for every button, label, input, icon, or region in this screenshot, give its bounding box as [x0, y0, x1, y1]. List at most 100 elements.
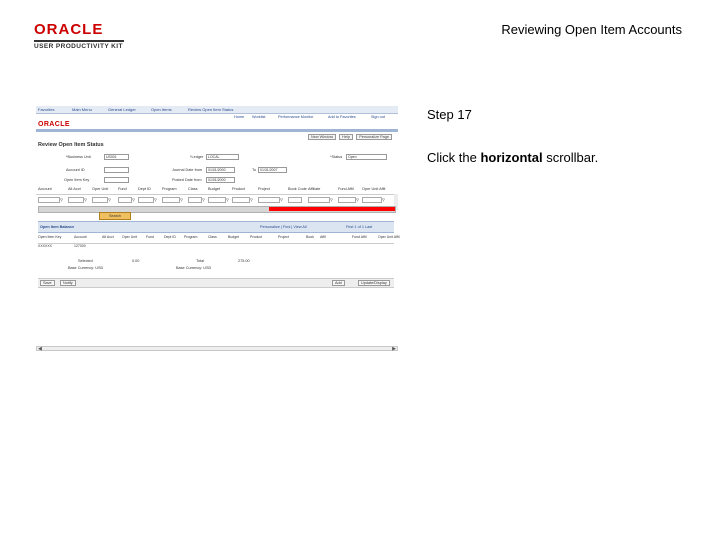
- chartfield-input[interactable]: [288, 197, 302, 203]
- update-display-button[interactable]: Update/Display: [358, 280, 390, 286]
- grid-col: Fund Affil: [352, 235, 367, 239]
- app-screenshot: Favorites Main Menu General Ledger Open …: [36, 106, 400, 352]
- col-class: Class: [188, 187, 198, 191]
- account-id-field[interactable]: [104, 167, 129, 173]
- row-account: 127000: [74, 244, 86, 248]
- link-worklist[interactable]: Worklist: [252, 115, 265, 119]
- app-page-title: Review Open Item Status: [38, 142, 104, 148]
- menu-general-ledger[interactable]: General Ledger: [108, 107, 136, 112]
- scroll-left-arrow-icon[interactable]: ◀: [38, 346, 42, 352]
- grid-controls[interactable]: Personalize | Find | View All: [260, 225, 307, 229]
- logo-upk-text: USER PRODUCTIVITY KIT: [34, 40, 124, 50]
- step-label: Step 17: [427, 107, 472, 122]
- open-item-key-label: Open Item Key: [64, 178, 90, 182]
- lookup-icon[interactable]: ⚲: [60, 197, 63, 202]
- chartfield-input[interactable]: [38, 197, 60, 203]
- lookup-icon[interactable]: ⚲: [180, 197, 183, 202]
- journal-date-from-field[interactable]: 01/01/2000: [206, 167, 235, 173]
- selected-label: Selected: [78, 259, 93, 263]
- account-id-label: Account ID: [66, 168, 85, 172]
- window-horizontal-scrollbar[interactable]: ◀ ▶: [36, 346, 398, 352]
- ledger-select[interactable]: LOCAL: [206, 154, 239, 160]
- grid-col: Budget: [228, 235, 240, 239]
- chartfield-input[interactable]: [208, 197, 226, 203]
- instruction-prefix: Click the: [427, 150, 481, 165]
- instruction-bold: horizontal: [480, 150, 543, 165]
- menu-open-items[interactable]: Open Items: [151, 107, 172, 112]
- lookup-icon[interactable]: ⚲: [356, 197, 359, 202]
- grid-column-headers: Open Item Key Account Alt Acct Oper Unit…: [38, 233, 400, 244]
- chartfield-input[interactable]: [232, 197, 250, 203]
- lookup-icon[interactable]: ⚲: [226, 197, 229, 202]
- status-select[interactable]: Open: [346, 154, 387, 160]
- chartfield-input[interactable]: [258, 197, 280, 203]
- lookup-icon[interactable]: ⚲: [154, 197, 157, 202]
- selected-value: 0.00: [132, 259, 140, 263]
- chartfield-input[interactable]: [188, 197, 202, 203]
- grid-pager[interactable]: First 1 of 1 Last: [346, 225, 372, 229]
- menu-review-open-item-status[interactable]: Review Open Item Status: [188, 107, 233, 112]
- grid-col: Product: [250, 235, 263, 239]
- chartfield-input[interactable]: [138, 197, 154, 203]
- menu-main-menu[interactable]: Main Menu: [72, 107, 92, 112]
- link-sign-out[interactable]: Sign out: [371, 115, 385, 119]
- total-label: Total: [196, 259, 205, 263]
- ledger-label: *Ledger: [190, 155, 204, 159]
- chartfield-input[interactable]: [118, 197, 132, 203]
- grid-header: Open Item Balance Personalize | Find | V…: [38, 222, 394, 233]
- journal-date-label: Journal Date from: [172, 168, 203, 172]
- chartfield-input[interactable]: [162, 197, 180, 203]
- business-unit-field[interactable]: US001: [104, 154, 129, 160]
- logo-oracle-text: ORACLE: [34, 21, 104, 38]
- grid-col: Class: [208, 235, 217, 239]
- link-performance-monitor[interactable]: Performance Monitor: [278, 115, 313, 119]
- lookup-icon[interactable]: ⚲: [108, 197, 111, 202]
- lookup-icon[interactable]: ⚲: [202, 197, 205, 202]
- grid-col: Fund: [146, 235, 154, 239]
- save-button[interactable]: Save: [40, 280, 55, 286]
- menu-favorites[interactable]: Favorites: [38, 107, 54, 112]
- grid-col: Affil: [320, 235, 326, 239]
- page-heading: Reviewing Open Item Accounts: [501, 22, 682, 37]
- chartfield-input[interactable]: [308, 197, 330, 203]
- selected-currency: Base Currency: USD: [68, 266, 104, 270]
- scroll-right-arrow-icon[interactable]: ▶: [392, 346, 396, 352]
- grid-col: Book: [306, 235, 314, 239]
- lookup-icon[interactable]: ⚲: [132, 197, 135, 202]
- posted-date-label: Posted Date from: [172, 178, 202, 182]
- chartfield-input[interactable]: [68, 197, 84, 203]
- link-add-favorites[interactable]: Add to Favorites: [328, 115, 356, 119]
- col-fund-affil: Fund Affil: [338, 187, 354, 191]
- col-project: Project: [258, 187, 270, 191]
- page-utility-buttons: New Window Help Personalize Page: [306, 134, 392, 140]
- link-home[interactable]: Home: [234, 115, 244, 119]
- instruction-suffix: scrollbar.: [542, 150, 599, 165]
- grid-col: Dept ID: [164, 235, 176, 239]
- grid-col: Alt Acct: [102, 235, 114, 239]
- col-budget: Budget: [208, 187, 221, 191]
- chartfield-input[interactable]: [92, 197, 108, 203]
- posted-date-from-field[interactable]: 01/01/2000: [206, 177, 235, 183]
- search-button[interactable]: Search: [99, 212, 131, 220]
- notify-button[interactable]: Notify: [60, 280, 76, 286]
- help-link[interactable]: Help: [339, 134, 354, 140]
- chartfield-input[interactable]: [338, 197, 356, 203]
- lookup-icon[interactable]: ⚲: [84, 197, 87, 202]
- lookup-icon[interactable]: ⚲: [382, 197, 385, 202]
- new-window-link[interactable]: New Window: [308, 134, 337, 140]
- journal-date-to-field[interactable]: 01/31/2007: [258, 167, 287, 173]
- grid-col: Oper Unit: [122, 235, 137, 239]
- lookup-icon[interactable]: ⚲: [280, 197, 283, 202]
- lookup-icon[interactable]: ⚲: [330, 197, 333, 202]
- chartfield-column-headers: Account Alt Acct Oper Unit Fund Dept ID …: [36, 186, 398, 195]
- step-instruction: Click the horizontal scrollbar.: [427, 150, 598, 165]
- oracle-upk-logo: ORACLE USER PRODUCTIVITY KIT: [34, 22, 124, 50]
- add-button[interactable]: Add: [332, 280, 345, 286]
- total-value: 275.00: [238, 259, 250, 263]
- grid-title: Open Item Balance: [40, 225, 75, 229]
- open-item-key-field[interactable]: [104, 177, 129, 183]
- business-unit-label: *Business Unit: [66, 155, 91, 159]
- chartfield-input[interactable]: [362, 197, 382, 203]
- personalize-page-link[interactable]: Personalize Page: [356, 134, 392, 140]
- lookup-icon[interactable]: ⚲: [250, 197, 253, 202]
